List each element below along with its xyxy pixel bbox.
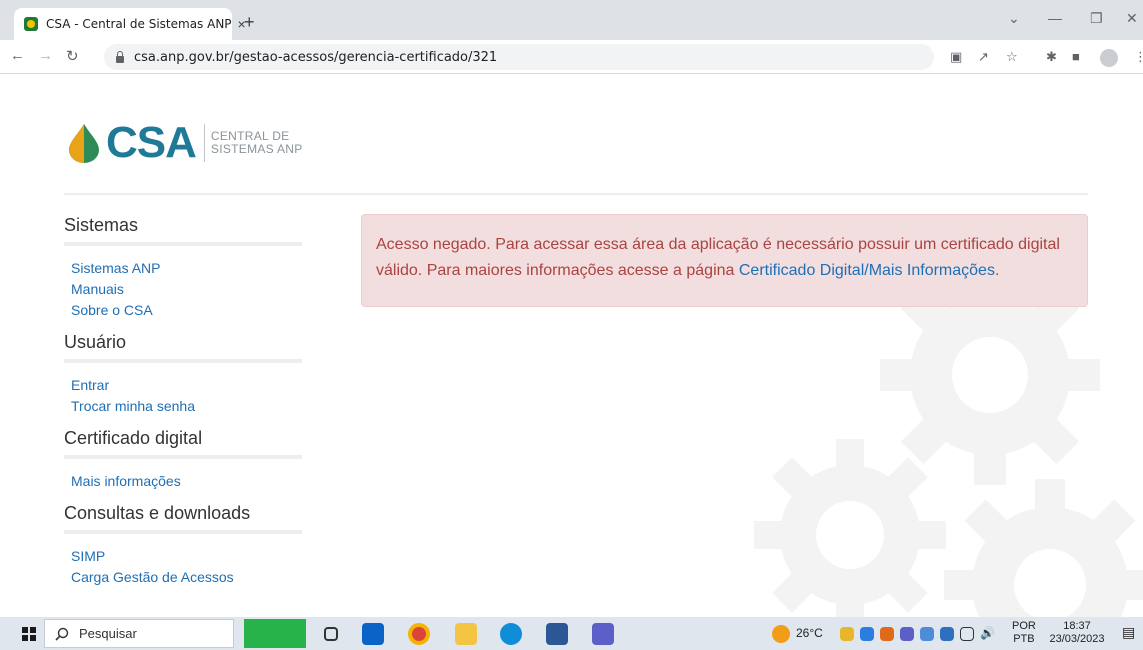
restore-icon[interactable]: ❐ <box>1090 10 1103 27</box>
search-placeholder: Pesquisar <box>79 626 137 641</box>
browser-toolbar: ← → ↻ csa.anp.gov.br/gestao-acessos/gere… <box>0 40 1143 74</box>
browser-tab-bar: CSA - Central de Sistemas ANP × + ⌄ — ❐ … <box>0 0 1143 40</box>
new-tab-button[interactable]: + <box>244 12 255 33</box>
extensions-puzzle-icon[interactable]: ✱ <box>1046 49 1057 65</box>
sidebar-link-carga-gestao[interactable]: Carga Gestão de Acessos <box>64 567 302 588</box>
sidebar: Sistemas Sistemas ANP Manuais Sobre o CS… <box>64 215 302 599</box>
network-tray-icon[interactable] <box>920 627 934 641</box>
windows-start-icon[interactable] <box>22 627 36 641</box>
anp-drop-logo-icon <box>69 124 99 163</box>
sidebar-section-certificado: Certificado digital Mais informações <box>64 428 302 492</box>
sidebar-section-consultas: Consultas e downloads SIMP Carga Gestão … <box>64 503 302 588</box>
teams-icon[interactable] <box>592 623 614 645</box>
sidebar-link-sobre-csa[interactable]: Sobre o CSA <box>64 300 302 321</box>
anp-app-icon[interactable] <box>244 619 306 648</box>
header-divider <box>64 193 1088 195</box>
language-line2: PTB <box>1013 633 1035 645</box>
bookmark-star-icon[interactable]: ☆ <box>1006 49 1018 65</box>
gears-background-icon <box>754 285 1143 617</box>
tab-search-chevron-icon[interactable]: ⌄ <box>1008 10 1020 27</box>
security-shield-icon[interactable] <box>940 627 954 641</box>
url-text[interactable]: csa.anp.gov.br/gestao-acessos/gerencia-c… <box>134 50 497 65</box>
outlook-icon[interactable] <box>362 623 384 645</box>
section-title: Usuário <box>64 332 302 363</box>
windows-taskbar: Pesquisar 26°C 🔊 POR PTB 18:37 23/03/202… <box>0 617 1143 650</box>
browser-tab[interactable]: CSA - Central de Sistemas ANP × <box>14 8 246 40</box>
display-icon[interactable] <box>960 627 974 641</box>
edge-icon[interactable] <box>500 623 522 645</box>
search-icon <box>55 627 69 641</box>
menu-kebab-icon[interactable]: ⋮ <box>1134 49 1143 65</box>
sidebar-link-trocar-senha[interactable]: Trocar minha senha <box>64 396 302 417</box>
back-arrow-icon[interactable]: ← <box>10 47 25 64</box>
section-title: Consultas e downloads <box>64 503 302 534</box>
taskbar-search-box[interactable]: Pesquisar <box>44 619 234 648</box>
sidebar-section-usuario: Usuário Entrar Trocar minha senha <box>64 332 302 417</box>
page-content: CSA CENTRAL DE SISTEMAS ANP Sistemas Sis… <box>0 75 1143 617</box>
profile-avatar-icon[interactable] <box>1100 49 1118 67</box>
tab-title: CSA - Central de Sistemas ANP <box>46 17 232 31</box>
onedrive-icon[interactable] <box>860 627 874 641</box>
lock-icon[interactable] <box>116 50 124 63</box>
weather-temp[interactable]: 26°C <box>796 627 823 640</box>
close-window-icon[interactable]: ✕ <box>1126 10 1138 27</box>
task-view-icon[interactable] <box>324 627 338 641</box>
chrome-icon[interactable] <box>408 623 430 645</box>
file-explorer-icon[interactable] <box>455 623 477 645</box>
word-icon[interactable] <box>546 623 568 645</box>
tray-app-icon[interactable] <box>840 627 854 641</box>
access-denied-alert: Acesso negado. Para acessar essa área da… <box>361 214 1088 307</box>
teams-tray-icon[interactable] <box>900 627 914 641</box>
reload-icon[interactable]: ↻ <box>66 47 79 65</box>
share-icon[interactable]: ↗ <box>978 49 989 65</box>
anp-favicon-icon <box>24 17 38 31</box>
section-title: Sistemas <box>64 215 302 246</box>
forward-arrow-icon[interactable]: → <box>38 47 53 64</box>
sidebar-link-mais-informacoes[interactable]: Mais informações <box>64 471 302 492</box>
logo-divider <box>203 124 205 162</box>
certificado-info-link[interactable]: Certificado Digital/Mais Informações <box>739 262 995 279</box>
side-panel-icon[interactable]: ■ <box>1072 49 1080 64</box>
clock-time: 18:37 <box>1063 620 1091 632</box>
sidebar-link-simp[interactable]: SIMP <box>64 546 302 567</box>
logo-title: CSA <box>106 118 197 167</box>
translate-icon[interactable]: ▣ <box>950 49 962 65</box>
clock[interactable]: 18:37 23/03/2023 <box>1046 620 1108 646</box>
sidebar-link-entrar[interactable]: Entrar <box>64 375 302 396</box>
sidebar-link-manuais[interactable]: Manuais <box>64 279 302 300</box>
logo-subtitle-line1: CENTRAL DE <box>210 129 290 143</box>
sidebar-section-sistemas: Sistemas Sistemas ANP Manuais Sobre o CS… <box>64 215 302 321</box>
sidebar-link-sistemas-anp[interactable]: Sistemas ANP <box>64 258 302 279</box>
alert-suffix: . <box>994 262 1000 279</box>
logo-subtitle: CENTRAL DE SISTEMAS ANP <box>211 130 303 156</box>
csa-logo[interactable]: CSA CENTRAL DE SISTEMAS ANP <box>66 113 303 173</box>
tray-app2-icon[interactable] <box>880 627 894 641</box>
clock-date: 23/03/2023 <box>1049 633 1105 645</box>
language-indicator[interactable]: POR PTB <box>1012 620 1036 646</box>
minimize-icon[interactable]: — <box>1048 10 1062 26</box>
weather-icon[interactable] <box>772 625 790 643</box>
address-bar[interactable]: csa.anp.gov.br/gestao-acessos/gerencia-c… <box>104 44 934 70</box>
section-title: Certificado digital <box>64 428 302 459</box>
notifications-icon[interactable]: ▤ <box>1122 625 1135 639</box>
speaker-icon[interactable]: 🔊 <box>980 627 995 640</box>
logo-subtitle-line2: SISTEMAS ANP <box>210 142 303 156</box>
language-line1: POR <box>1012 620 1036 632</box>
